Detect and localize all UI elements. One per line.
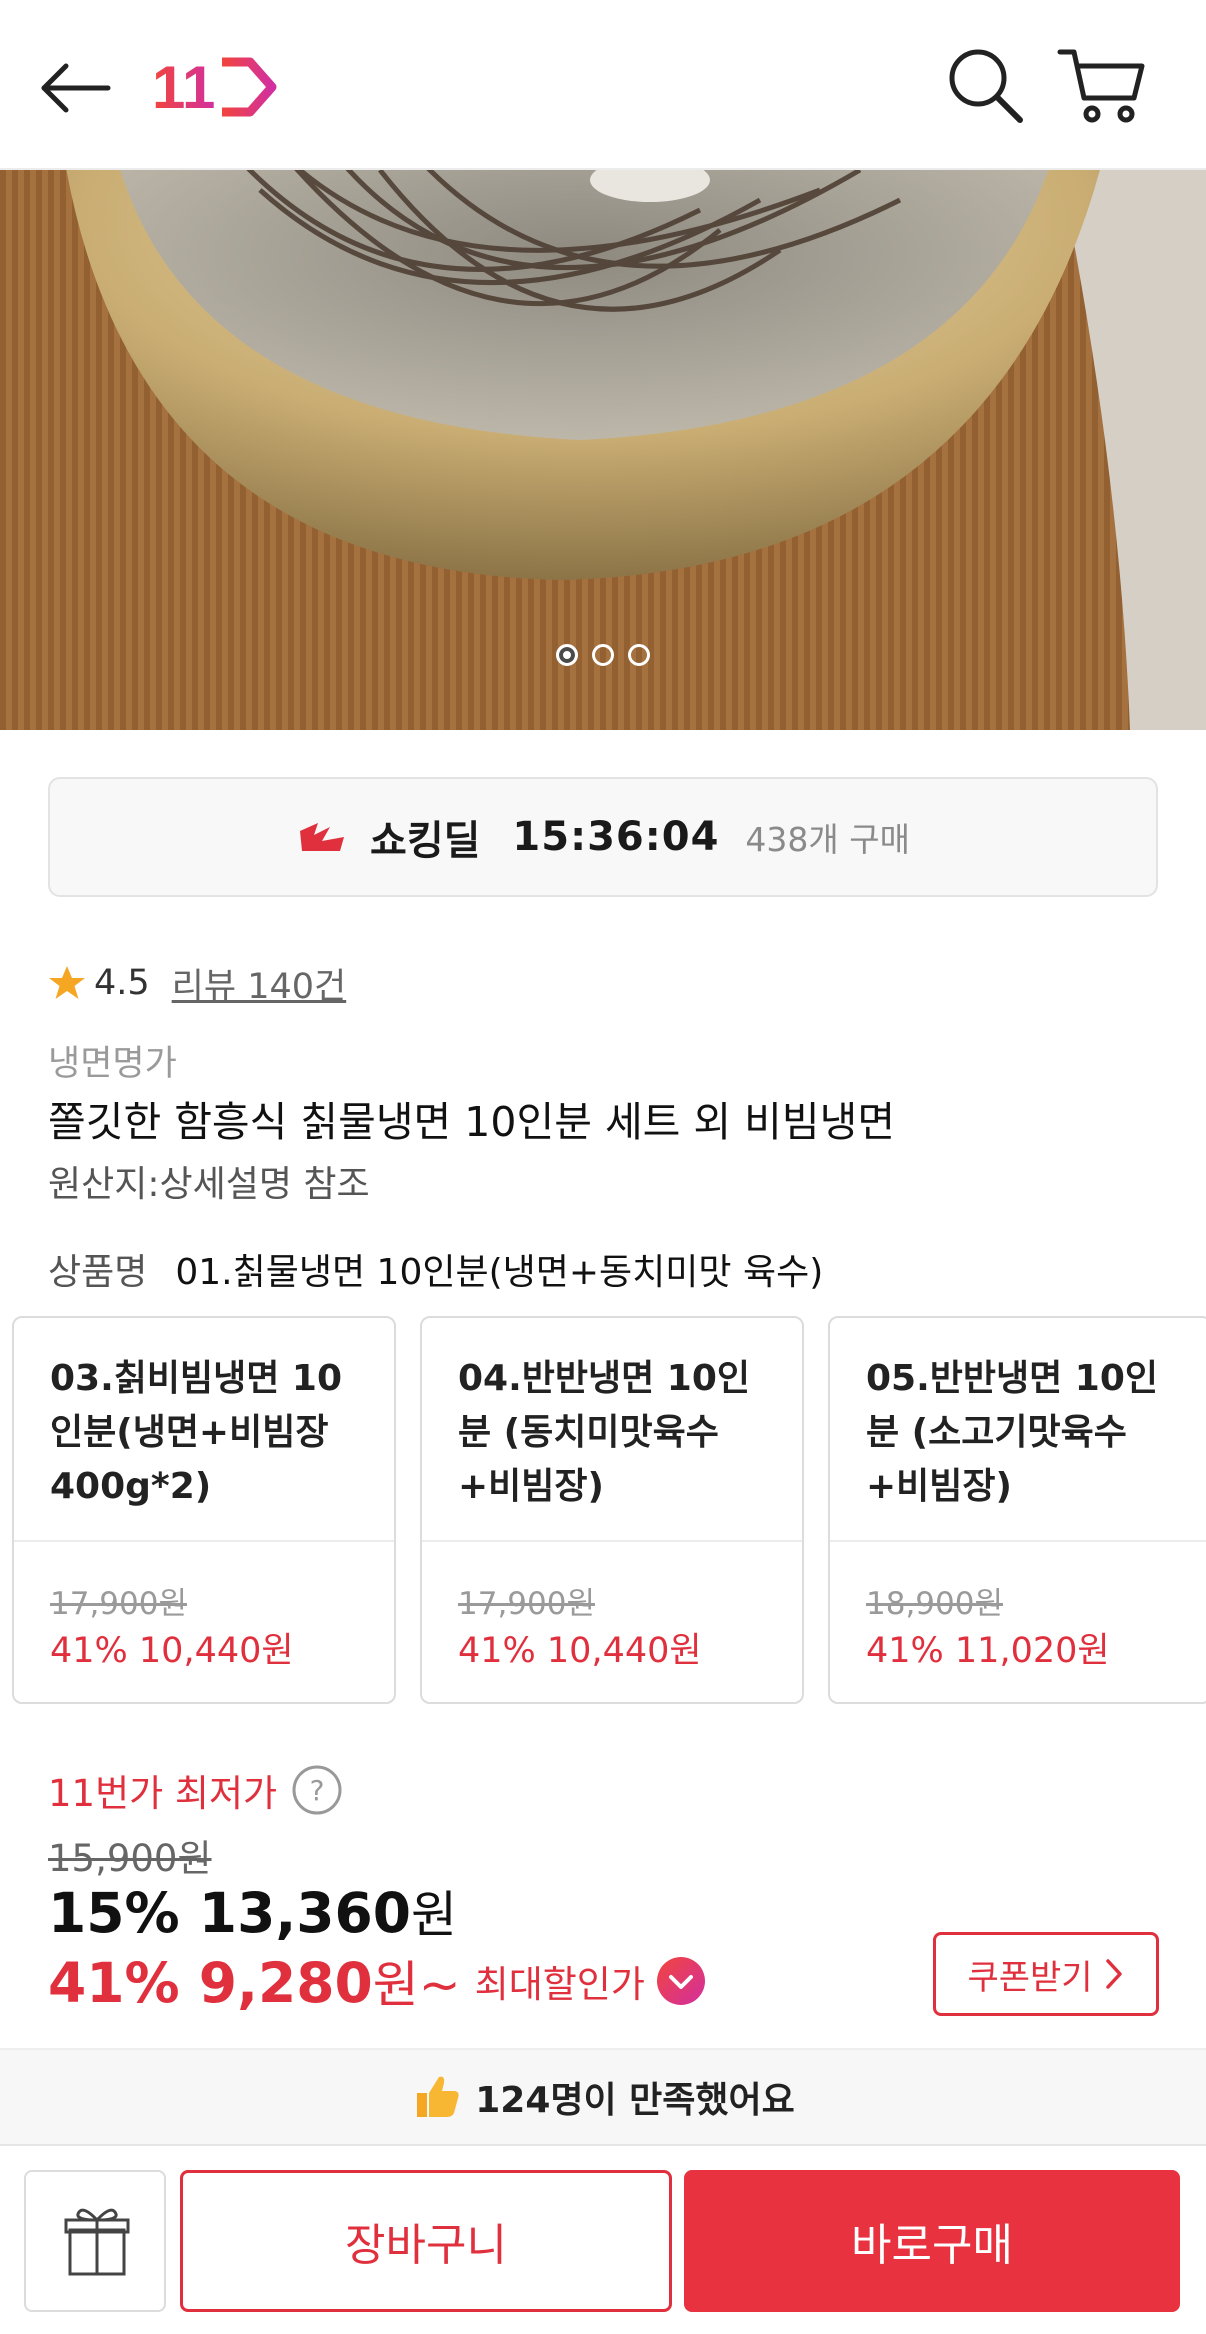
carousel-dot-2[interactable] bbox=[592, 644, 614, 666]
lowest-price-label: 11번가 최저가 bbox=[48, 1772, 278, 1815]
option-cards: 03.칡비빔냉면 10인분(냉면+비빔장 400g*2) 17,900원 41%… bbox=[12, 1316, 1206, 1706]
back-button[interactable] bbox=[36, 48, 116, 128]
cart-button[interactable] bbox=[1052, 40, 1152, 130]
option-card-sale-price: 41% 11,020원 bbox=[866, 1631, 1110, 1671]
max-discount-value: 41% 9,280 bbox=[48, 1951, 373, 2015]
product-title: 쫄깃한 함흥식 칡물냉면 10인분 세트 외 비빔냉면 bbox=[48, 1098, 896, 1146]
option-card-original-price: 17,900원 bbox=[458, 1586, 595, 1622]
bottom-action-bar: 장바구니 바로구매 bbox=[0, 2144, 1206, 2334]
search-button[interactable] bbox=[940, 40, 1030, 130]
option-card-original-price: 18,900원 bbox=[866, 1586, 1003, 1622]
card-divider bbox=[422, 1540, 802, 1542]
shocking-deal-icon bbox=[300, 823, 345, 851]
lowest-price-row: 11번가 최저가 ? bbox=[48, 1763, 343, 1817]
gift-button[interactable] bbox=[24, 2170, 166, 2312]
origin-info: 원산지:상세설명 참조 bbox=[48, 1164, 370, 1205]
back-arrow-icon bbox=[41, 63, 111, 113]
cart-icon bbox=[1057, 49, 1145, 123]
logo-icon: 11 bbox=[152, 54, 277, 121]
max-discount-label: 최대할인가 bbox=[474, 1963, 645, 2006]
current-price: 15% 13,360원 bbox=[48, 1875, 457, 1947]
rating-row: 4.5 리뷰 140건 bbox=[48, 958, 346, 1008]
11st-logo[interactable]: 11 bbox=[150, 52, 280, 122]
option-value: 01.칡물냉면 10인분(냉면+동치미맛 육수) bbox=[175, 1252, 824, 1293]
thumbs-up-icon bbox=[417, 2076, 459, 2117]
option-card-name: 05.반반냉면 10인분 (소고기맛육수+비빔장) bbox=[866, 1358, 1159, 1507]
option-card-original-price: 17,900원 bbox=[50, 1586, 187, 1622]
option-card[interactable]: 03.칡비빔냉면 10인분(냉면+비빔장 400g*2) 17,900원 41%… bbox=[12, 1316, 396, 1704]
card-divider bbox=[830, 1540, 1206, 1542]
top-header: 11 bbox=[0, 0, 1206, 170]
brand-name[interactable]: 냉면명가 bbox=[48, 1035, 177, 1086]
gift-icon bbox=[64, 2208, 130, 2276]
current-price-value: 15% 13,360 bbox=[48, 1881, 412, 1945]
chevron-down-circle-icon[interactable] bbox=[655, 1955, 707, 2007]
max-discount-price: 41% 9,280원~ bbox=[48, 1945, 461, 2017]
deal-purchase-count: 438개 구매 bbox=[745, 820, 910, 859]
search-icon bbox=[949, 49, 1023, 123]
question-circle-icon[interactable]: ? bbox=[291, 1764, 343, 1816]
original-price: 15,900원 bbox=[48, 1837, 212, 1880]
rating-score: 4.5 bbox=[94, 963, 150, 1003]
logo-text: 11 bbox=[152, 54, 215, 121]
deal-title: 쇼킹딜 bbox=[370, 818, 481, 864]
coupon-button[interactable]: 쿠폰받기 bbox=[933, 1932, 1159, 2016]
carousel-indicator[interactable] bbox=[0, 640, 1206, 670]
option-card-name: 04.반반냉면 10인분 (동치미맛육수+비빔장) bbox=[458, 1358, 751, 1507]
add-to-cart-button[interactable]: 장바구니 bbox=[180, 2170, 672, 2312]
card-divider bbox=[14, 1540, 394, 1542]
max-discount-row[interactable]: 41% 9,280원~ 최대할인가 bbox=[48, 1945, 707, 2017]
review-count-link[interactable]: 리뷰 140건 bbox=[172, 958, 347, 1009]
selected-option-row: 상품명 01.칡물냉면 10인분(냉면+동치미맛 육수) bbox=[48, 1243, 823, 1295]
satisfaction-banner[interactable]: 124명이 만족했어요 bbox=[0, 2048, 1206, 2144]
option-card-sale-price: 41% 10,440원 bbox=[458, 1631, 702, 1671]
coupon-button-label: 쿠폰받기 bbox=[967, 1957, 1093, 1998]
satisfaction-text: 124명이 만족했어요 bbox=[475, 2080, 795, 2121]
option-card[interactable]: 05.반반냉면 10인분 (소고기맛육수+비빔장) 18,900원 41% 11… bbox=[828, 1316, 1206, 1704]
option-label: 상품명 bbox=[48, 1252, 148, 1293]
carousel-dot-3[interactable] bbox=[628, 644, 650, 666]
option-card-name: 03.칡비빔냉면 10인분(냉면+비빔장 400g*2) bbox=[50, 1358, 343, 1507]
carousel-dot-1[interactable] bbox=[556, 644, 578, 666]
star-icon bbox=[49, 966, 85, 999]
current-price-unit: 원 bbox=[411, 1886, 458, 1944]
option-card[interactable]: 04.반반냉면 10인분 (동치미맛육수+비빔장) 17,900원 41% 10… bbox=[420, 1316, 804, 1704]
max-discount-unit: 원~ bbox=[372, 1956, 461, 2014]
buy-now-button[interactable]: 바로구매 bbox=[684, 2170, 1180, 2312]
svg-text:?: ? bbox=[310, 1774, 325, 1807]
chevron-right-icon bbox=[1105, 1959, 1122, 1989]
shocking-deal-bar[interactable]: 쇼킹딜 15:36:04 438개 구매 bbox=[48, 777, 1158, 897]
deal-timer: 15:36:04 bbox=[512, 814, 720, 860]
option-card-sale-price: 41% 10,440원 bbox=[50, 1631, 294, 1671]
